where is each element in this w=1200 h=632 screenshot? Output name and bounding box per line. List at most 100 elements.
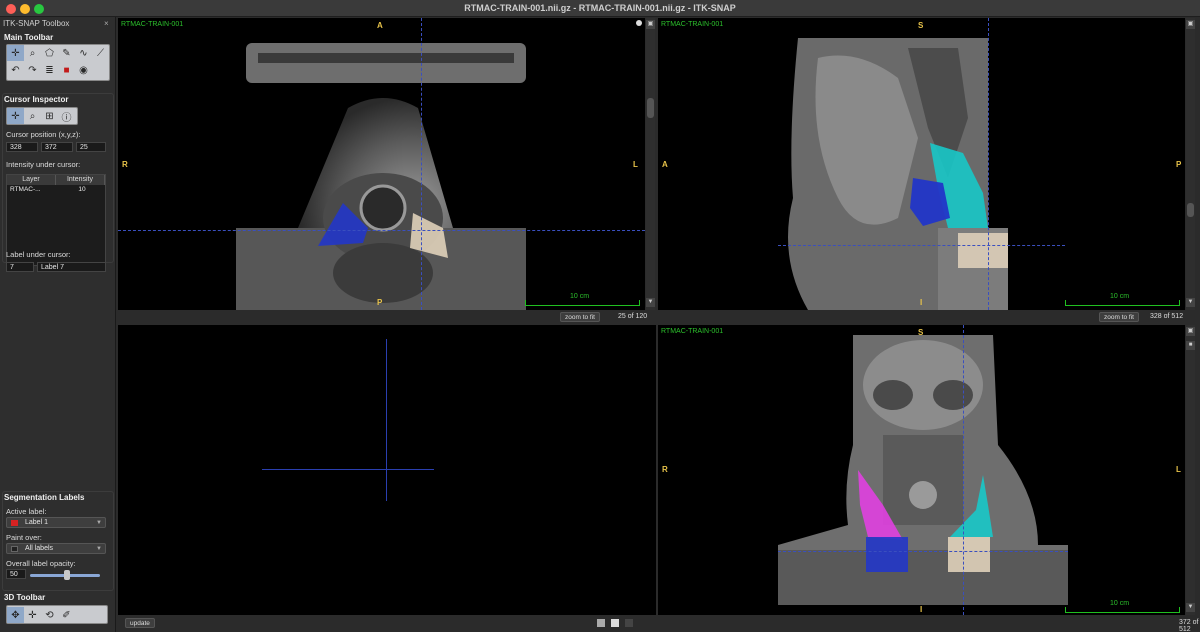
label-under-cursor-label: Label under cursor: [6,250,71,259]
cursor-tool-icon[interactable]: ✛ [7,108,24,124]
ruler-icon[interactable]: ⟋ [92,45,109,61]
row-intensity: 10 [78,186,86,193]
crosshair-horizontal [118,230,645,231]
axial-view[interactable]: RTMAC-TRAIN-001 A P R L 10 cm [118,18,645,310]
cursor-inspector-heading: Cursor Inspector [4,95,69,104]
coronal-image [778,335,1068,605]
sagittal-orient-left: A [662,160,668,169]
3d-axis-vertical [386,339,387,501]
zoom-icon[interactable]: ⌕ [24,45,41,61]
crosshair-3d-icon[interactable]: ✛ [24,607,41,623]
coronal-layer-name: RTMAC-TRAIN-001 [661,328,724,335]
table-row[interactable]: RTMAC-... 10 [7,185,105,194]
sagittal-scroll-down-icon[interactable]: ▼ [1186,298,1195,307]
coronal-view[interactable]: RTMAC-TRAIN-001 S I R L 10 cm [658,325,1185,615]
coronal-orient-right: L [1176,465,1181,474]
axial-status-strip: zoom to fit 25 of 120 [118,311,655,323]
cursor-z-field[interactable]: 25 [76,142,106,152]
axial-orient-top: A [377,21,383,30]
layout-options-icon[interactable] [625,619,633,627]
chevron-down-icon: ▼ [96,546,102,552]
rotate-3d-icon[interactable]: ✥ [7,607,24,623]
coronal-orient-top: S [918,328,924,337]
sagittal-scroll-thumb[interactable] [1187,203,1194,217]
axial-scale-bar [525,300,640,306]
paint-over-text: Paint over: [6,533,42,542]
sagittal-image [788,38,1008,310]
3d-toolbar-heading: 3D Toolbar [4,593,46,602]
crosshair-icon[interactable]: ✛ [7,45,24,61]
axial-orient-left: R [122,160,128,169]
cursor-x-field[interactable]: 328 [6,142,38,152]
mesh-icon[interactable]: ◉ [75,63,92,79]
main-toolbar-heading: Main Toolbar [4,33,54,42]
axial-zoom-to-fit-button[interactable]: zoom to fit [560,312,600,322]
sagittal-layout-icon[interactable]: ▣ [1186,20,1195,29]
scalpel-icon[interactable]: ⟲ [41,607,58,623]
axial-scroll-down-icon[interactable]: ▼ [646,298,655,307]
probe-icon[interactable]: ⌕ [24,108,41,124]
spray-icon[interactable]: ✐ [58,607,75,623]
intensity-label: Intensity under cursor: [6,160,81,169]
polygon-icon[interactable]: ⬠ [41,45,58,61]
sagittal-layer-name: RTMAC-TRAIN-001 [661,21,724,28]
paintbrush-icon[interactable]: ✎ [58,45,75,61]
axial-orient-right: L [633,160,638,169]
coronal-scrollbar[interactable]: ▣ ■ ▼ [1186,325,1195,615]
layout-grid-icon[interactable] [611,619,619,627]
column-header-layer[interactable]: Layer [7,175,56,185]
main-toolbar: ✛ ⌕ ⬠ ✎ ∿ ⟋ ↶ ↷ ≣ ■ ◉ [6,44,110,81]
coronal-orient-left: R [662,465,668,474]
active-label-text: Active label: [6,507,47,516]
paint-over-value: All labels [25,545,54,552]
3d-toolbar: ✥ ✛ ⟲ ✐ [6,605,108,624]
opacity-slider-handle[interactable] [64,570,70,580]
coronal-scale-label: 10 cm [1110,600,1130,607]
label-name-field: Label 7 [37,262,106,272]
coronal-layout-icon[interactable]: ▣ [1186,327,1195,336]
sagittal-slice-indicator: 328 of 512 [1150,313,1184,320]
toolbox-panel: ITK-SNAP Toolbox × Main Toolbar ✛ ⌕ ⬠ ✎ … [0,17,116,632]
bottom-bar: update 372 of 512 [117,615,1200,632]
close-icon[interactable]: × [104,19,109,28]
coronal-scroll-down-icon[interactable]: ▼ [1186,603,1195,612]
inspector-toolbar: ✛ ⌕ ⊞ ⓘ [6,107,78,125]
snake-icon[interactable]: ∿ [75,45,92,61]
redo-icon[interactable]: ↷ [24,63,41,79]
opacity-field[interactable]: 50 [6,569,26,579]
axial-layout-icon[interactable]: ▣ [646,20,655,29]
active-label-value: Label 1 [25,519,48,526]
coronal-slice-indicator: 372 of 512 [1179,619,1199,632]
column-header-intensity[interactable]: Intensity [56,175,105,185]
crosshair-vertical [988,18,989,310]
layout-single-icon[interactable] [597,619,605,627]
sagittal-zoom-to-fit-button[interactable]: zoom to fit [1099,312,1139,322]
sagittal-view[interactable]: RTMAC-TRAIN-001 S I A P 10 cm [658,18,1185,310]
update-button[interactable]: update [125,618,155,628]
sagittal-orient-bottom: I [920,298,923,307]
sagittal-scale-label: 10 cm [1110,293,1130,300]
sagittal-scrollbar[interactable]: ▣ ▼ [1186,18,1195,310]
crosshair-vertical [421,18,422,310]
segment-3d-icon[interactable]: ■ [58,63,75,79]
info-icon[interactable]: ⓘ [58,108,75,124]
paint-over-dropdown[interactable]: All labels ▼ [6,543,106,554]
sagittal-scale-bar [1065,300,1180,306]
crosshair-horizontal [778,245,1065,246]
sagittal-orient-top: S [918,21,924,30]
axial-scrollbar[interactable]: ▣ ▼ [646,18,655,310]
cursor-y-field[interactable]: 372 [41,142,73,152]
coronal-menu-icon[interactable]: ■ [1186,341,1195,350]
active-label-dropdown[interactable]: Label 1 ▼ [6,517,106,528]
segmentation-labels-heading: Segmentation Labels [4,493,85,502]
axial-scroll-thumb[interactable] [647,98,654,118]
axial-image [236,43,526,310]
grid-icon[interactable]: ⊞ [41,108,58,124]
axial-orient-bottom: P [377,298,383,307]
axial-layer-name: RTMAC-TRAIN-001 [121,21,184,28]
coronal-orient-bottom: I [920,605,923,614]
3d-view[interactable] [118,325,656,615]
undo-icon[interactable]: ↶ [7,63,24,79]
axial-options-icon[interactable] [636,20,642,26]
layers-icon[interactable]: ≣ [41,63,58,79]
